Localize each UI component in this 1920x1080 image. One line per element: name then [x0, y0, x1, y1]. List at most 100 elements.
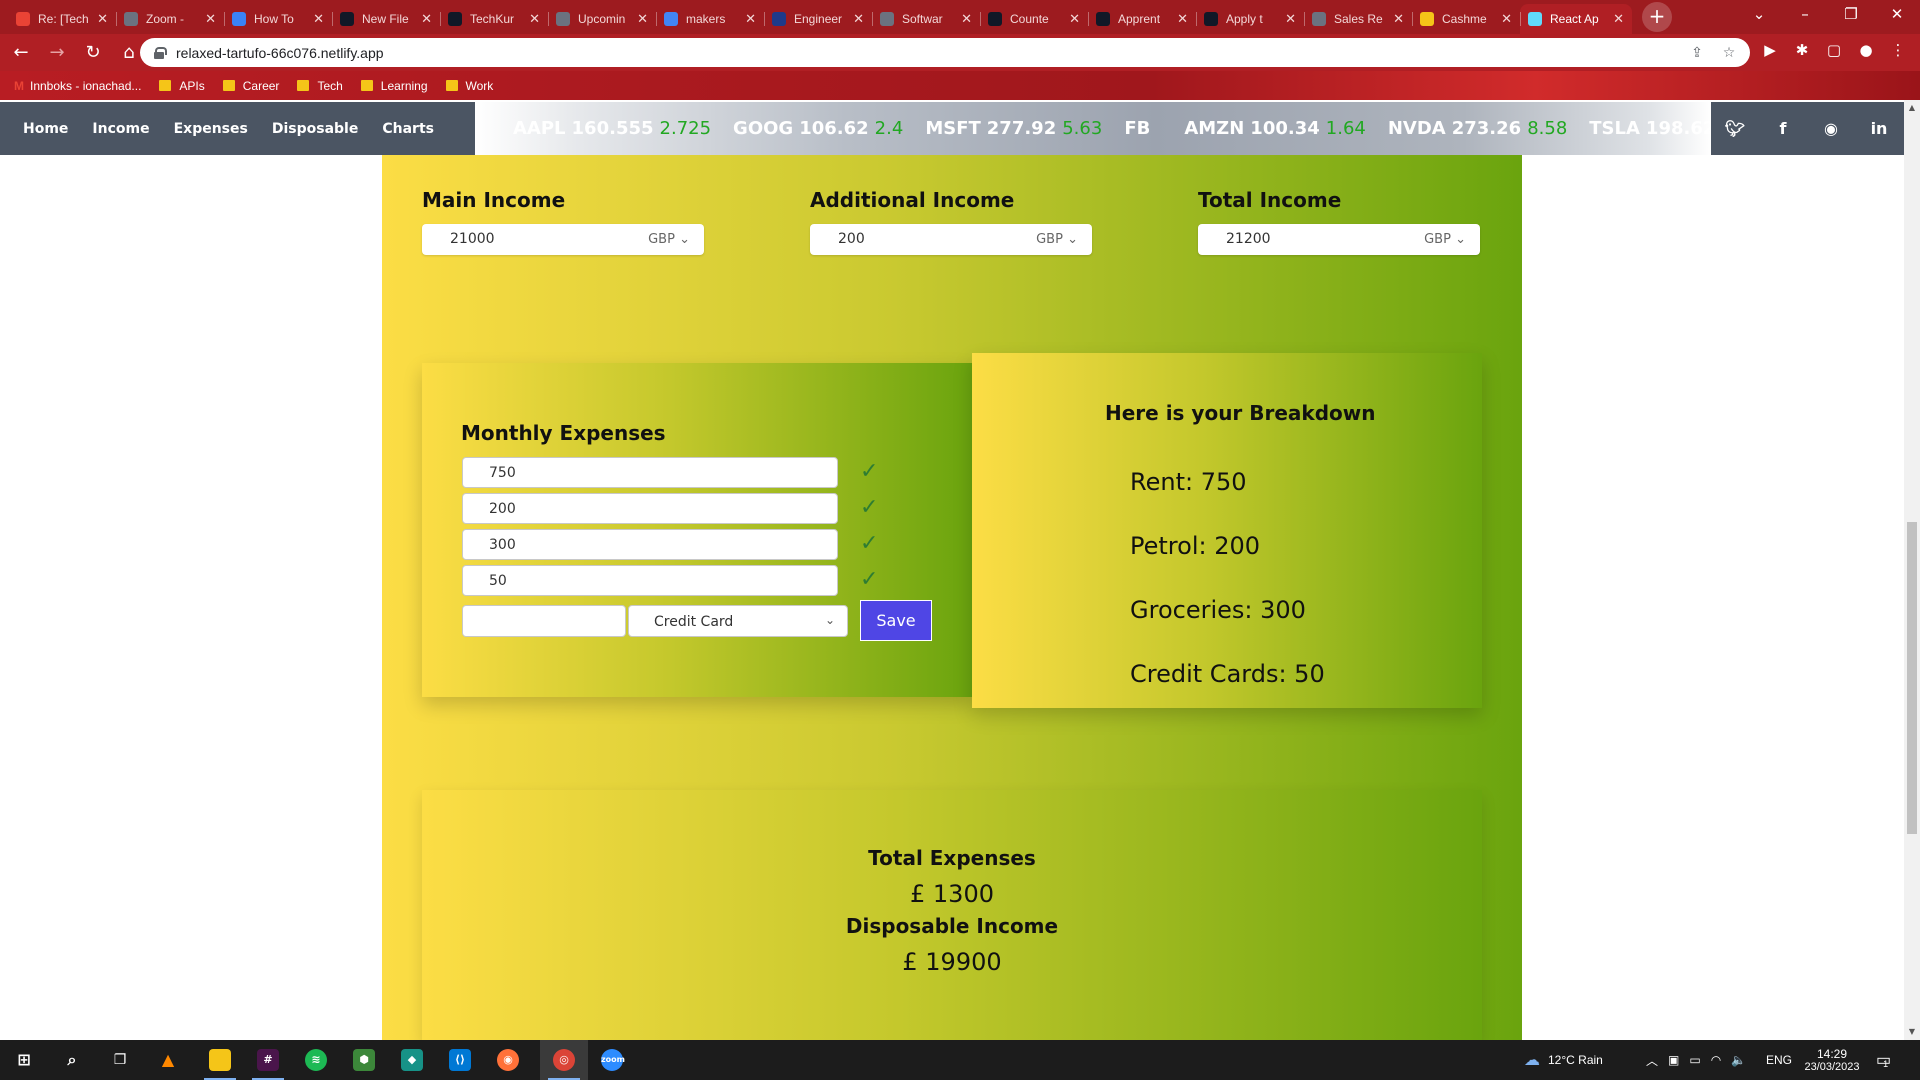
browser-tab[interactable]: React Ap ✕ — [1520, 4, 1632, 34]
tab-close-icon[interactable]: ✕ — [1177, 11, 1188, 27]
browser-tab[interactable]: New File ✕ — [332, 4, 440, 34]
expense-value[interactable]: 50 — [489, 573, 507, 589]
expense-value[interactable]: 750 — [489, 465, 516, 481]
main-income-currency-select[interactable]: GBP ⌄ — [648, 232, 690, 247]
tab-close-icon[interactable]: ✕ — [637, 11, 648, 27]
file-explorer-icon[interactable] — [196, 1040, 244, 1080]
chevron-up-icon[interactable]: ︿ — [1646, 1052, 1658, 1069]
tab-close-icon[interactable]: ✕ — [1069, 11, 1080, 27]
network-monitor-icon[interactable]: ▣ — [1668, 1053, 1679, 1067]
total-income-currency-select[interactable]: GBP ⌄ — [1424, 232, 1466, 247]
reload-icon[interactable]: ↻ — [78, 38, 108, 68]
bookmark-item[interactable]: M Innboks - ionachad... — [14, 79, 141, 93]
tab-close-icon[interactable]: ✕ — [961, 11, 972, 27]
browser-tab[interactable]: Apprent ✕ — [1088, 4, 1196, 34]
bookmark-item[interactable]: Tech — [297, 79, 343, 93]
github-icon[interactable]: ◉ — [1807, 102, 1855, 155]
extension-icon[interactable]: ▶ — [1758, 38, 1782, 62]
address-bar[interactable]: relaxed-tartufo-66c076.netlify.app ⇪ ☆ — [140, 38, 1750, 67]
nav-link-disposable[interactable]: Disposable — [263, 121, 368, 137]
notifications-button[interactable]: ▭ 1 — [1876, 1040, 1891, 1080]
browser-tab[interactable]: Engineer ✕ — [764, 4, 872, 34]
weather-widget[interactable]: ☁ 12°C Rain — [1524, 1040, 1603, 1080]
browser-tab[interactable]: Re: [Tech ✕ — [8, 4, 116, 34]
menu-kebab-icon[interactable]: ⋮ — [1886, 38, 1910, 62]
browser-tab[interactable]: How To ✕ — [224, 4, 332, 34]
expense-value[interactable]: 200 — [489, 501, 516, 517]
search-icon[interactable]: ⌕ — [48, 1040, 96, 1080]
expense-value[interactable]: 300 — [489, 537, 516, 553]
bookmark-star-icon[interactable]: ☆ — [1720, 44, 1738, 62]
browser-tab[interactable]: Cashme ✕ — [1412, 4, 1520, 34]
expense-input[interactable]: 300 — [462, 529, 838, 560]
scroll-up-icon[interactable]: ▲ — [1904, 100, 1920, 116]
facebook-icon[interactable]: f — [1759, 102, 1807, 155]
additional-income-value[interactable]: 200 — [838, 231, 865, 247]
bookmark-item[interactable]: APIs — [159, 79, 205, 93]
restore-button[interactable]: ❐ — [1828, 0, 1874, 30]
task-view-icon[interactable]: ❐ — [96, 1040, 144, 1080]
tab-close-icon[interactable]: ✕ — [1393, 11, 1404, 27]
profile-avatar[interactable]: ● — [1854, 38, 1878, 62]
additional-income-currency-select[interactable]: GBP ⌄ — [1036, 232, 1078, 247]
side-panel-icon[interactable]: ▢ — [1822, 38, 1846, 62]
tab-close-icon[interactable]: ✕ — [853, 11, 864, 27]
firefox-icon[interactable]: ◉ — [484, 1040, 532, 1080]
browser-tab[interactable]: Upcomin ✕ — [548, 4, 656, 34]
back-icon[interactable]: ← — [6, 38, 36, 68]
tab-close-icon[interactable]: ✕ — [205, 11, 216, 27]
new-expense-amount-input[interactable] — [462, 605, 626, 637]
tab-close-icon[interactable]: ✕ — [745, 11, 756, 27]
puzzle-extensions-icon[interactable]: ✱ — [1790, 38, 1814, 62]
battery-icon[interactable]: ▭ — [1689, 1053, 1700, 1067]
wifi-icon[interactable]: ◠ — [1711, 1053, 1721, 1067]
nav-link-expenses[interactable]: Expenses — [165, 121, 257, 137]
browser-tab[interactable]: Sales Re ✕ — [1304, 4, 1412, 34]
spotify-icon[interactable]: ≋ — [292, 1040, 340, 1080]
additional-income-field[interactable]: 200 GBP ⌄ — [810, 224, 1092, 255]
minimize-button[interactable]: – — [1782, 0, 1828, 30]
bookmark-item[interactable]: Learning — [360, 79, 428, 93]
total-income-field[interactable]: 21200 GBP ⌄ — [1198, 224, 1480, 255]
share-icon[interactable]: ⇪ — [1688, 44, 1706, 62]
expense-input[interactable]: 50 — [462, 565, 838, 596]
url-text[interactable]: relaxed-tartufo-66c076.netlify.app — [176, 45, 384, 61]
forward-icon[interactable]: → — [42, 38, 72, 68]
zoom-app-icon[interactable]: zoom — [588, 1040, 636, 1080]
tab-close-icon[interactable]: ✕ — [97, 11, 108, 27]
browser-tab[interactable]: TechKur ✕ — [440, 4, 548, 34]
tab-search-icon[interactable]: ⌄ — [1736, 0, 1782, 30]
browser-tab[interactable]: makers ✕ — [656, 4, 764, 34]
scroll-down-icon[interactable]: ▼ — [1904, 1024, 1920, 1040]
browser-tab[interactable]: Zoom - ✕ — [116, 4, 224, 34]
browser-tab[interactable]: Apply t ✕ — [1196, 4, 1304, 34]
volume-icon[interactable]: 🔈 — [1731, 1053, 1746, 1067]
git-kraken-icon[interactable]: ◆ — [388, 1040, 436, 1080]
tab-close-icon[interactable]: ✕ — [1501, 11, 1512, 27]
nav-link-income[interactable]: Income — [83, 121, 158, 137]
chrome-icon[interactable]: ◎ — [540, 1040, 588, 1080]
vlc-icon[interactable]: ▲ — [144, 1040, 192, 1080]
language-indicator[interactable]: ENG — [1766, 1040, 1792, 1080]
tab-close-icon[interactable]: ✕ — [529, 11, 540, 27]
tab-close-icon[interactable]: ✕ — [421, 11, 432, 27]
scroll-thumb[interactable] — [1907, 522, 1917, 834]
tab-close-icon[interactable]: ✕ — [313, 11, 324, 27]
slack-icon[interactable]: # — [244, 1040, 292, 1080]
nodejs-icon[interactable]: ⬢ — [340, 1040, 388, 1080]
windows-start-icon[interactable]: ⊞ — [0, 1040, 48, 1080]
tab-close-icon[interactable]: ✕ — [1285, 11, 1296, 27]
expense-input[interactable]: 200 — [462, 493, 838, 524]
main-income-value[interactable]: 21000 — [450, 231, 495, 247]
close-window-button[interactable]: ✕ — [1874, 0, 1920, 30]
tray-icons[interactable]: ︿ ▣ ▭ ◠ 🔈 — [1646, 1040, 1746, 1080]
bookmark-item[interactable]: Work — [445, 79, 493, 93]
browser-tab[interactable]: Counte ✕ — [980, 4, 1088, 34]
bookmark-item[interactable]: Career — [222, 79, 279, 93]
nav-link-home[interactable]: Home — [14, 121, 77, 137]
clock[interactable]: 14:29 23/03/2023 — [1802, 1040, 1862, 1080]
save-button[interactable]: Save — [860, 600, 932, 641]
expense-category-select[interactable]: Credit Card ⌄ — [628, 605, 848, 637]
new-tab-button[interactable]: + — [1642, 2, 1672, 32]
twitter-icon[interactable]: 🐦︎ — [1711, 102, 1759, 155]
